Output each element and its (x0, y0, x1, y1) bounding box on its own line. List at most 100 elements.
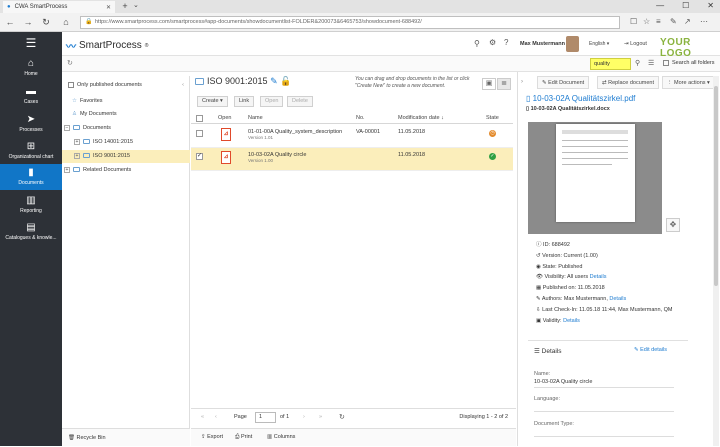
tab-list-chevron-icon[interactable]: ⌄ (133, 1, 139, 9)
delete-button[interactable]: Delete (287, 96, 313, 107)
last-page-icon[interactable]: » (319, 414, 322, 420)
row-checkbox[interactable]: ✓ (196, 153, 203, 160)
more-browser-icon[interactable]: ⋯ (700, 17, 708, 26)
search-icon[interactable]: ⚲ (474, 39, 480, 48)
tree-item-favorites[interactable]: ☆ Favorites (62, 95, 190, 108)
new-tab-button[interactable]: + (119, 1, 131, 12)
columns-button[interactable]: ▥ Columns (267, 434, 295, 440)
expand-panel-icon[interactable]: › (521, 79, 523, 85)
expand-icon[interactable]: + (74, 138, 80, 145)
refresh-icon[interactable]: ↻ (40, 16, 52, 28)
edit-document-button[interactable]: ✎ Edit Document (537, 76, 590, 89)
forward-icon[interactable]: → (22, 16, 34, 28)
search-all-folders-checkbox[interactable] (663, 60, 669, 66)
favorite-star-icon[interactable]: ☆ (643, 17, 650, 26)
search-input[interactable]: quality (590, 58, 631, 70)
url-field[interactable]: 🔒 https://www.smartprocess.com/smartproce… (80, 16, 620, 29)
move-icon[interactable]: ✥ (666, 218, 680, 232)
nav-item-documents[interactable]: ▮ Documents (0, 164, 62, 190)
recycle-bin[interactable]: 🗑 Recycle Bin (62, 428, 190, 446)
only-published-toggle[interactable]: Only published documents ‹ (62, 79, 190, 92)
document-type-value[interactable] (534, 427, 674, 437)
column-modification-date[interactable]: Modification date ↓ (398, 112, 444, 124)
minimize-icon[interactable]: — (656, 1, 664, 10)
list-view-icon[interactable]: ≣ (497, 78, 511, 90)
collapse-icon[interactable]: − (64, 124, 70, 131)
close-tab-icon[interactable]: ✕ (106, 4, 111, 11)
next-page-icon[interactable]: › (303, 414, 305, 420)
scrollbar-thumb[interactable] (714, 86, 718, 286)
print-button[interactable]: ⎙ Print (235, 434, 252, 441)
expand-icon[interactable]: + (74, 152, 80, 159)
column-state[interactable]: State (486, 112, 499, 124)
maximize-icon[interactable]: ☐ (682, 1, 689, 10)
tree-item-related-documents[interactable]: + Related Documents (62, 164, 190, 177)
name-field: Name: 10-03-02A Quality circle (534, 371, 674, 388)
reading-view-icon[interactable]: ☐ (630, 17, 637, 26)
collapse-panel-icon[interactable]: ‹ (182, 79, 184, 92)
prev-page-icon[interactable]: ‹ (215, 414, 217, 420)
share-icon[interactable]: ↗ (684, 17, 691, 26)
link-button[interactable]: Link (234, 96, 255, 107)
expand-icon[interactable]: + (64, 166, 70, 173)
brand-logo[interactable]: 〰 SmartProcess ® (66, 38, 148, 53)
column-no[interactable]: No. (356, 112, 365, 124)
open-button[interactable]: Open (260, 96, 284, 107)
tree-item-iso-9001[interactable]: + ISO 9001:2015 (62, 150, 190, 163)
nav-item-org-chart[interactable]: ⊞ Organizational chart (0, 141, 62, 160)
close-window-icon[interactable]: ✕ (707, 1, 714, 10)
select-all-checkbox[interactable] (196, 115, 203, 122)
table-row[interactable]: ⊿ 01-01-00A Quality_system_description Ve… (191, 125, 513, 148)
language-select[interactable]: English ▾ (589, 41, 609, 47)
nav-item-home[interactable]: ⌂ Home (0, 58, 62, 77)
visibility-details-link[interactable]: Details (590, 274, 607, 280)
unlock-icon[interactable]: 🔓 (280, 76, 291, 86)
user-name[interactable]: Max Mustermann (520, 41, 565, 47)
tree-item-iso-14001[interactable]: + ISO 14001:2015 (62, 136, 190, 149)
nav-item-catalogues[interactable]: ▤ Catalogues & knowle... (0, 222, 62, 241)
details-header[interactable]: ☰ Details (534, 347, 562, 355)
export-button[interactable]: ⇪ Export (201, 434, 223, 440)
name-value[interactable]: 10-03-02A Quality circle (534, 377, 674, 388)
home-browser-icon[interactable]: ⌂ (60, 16, 72, 28)
nav-item-cases[interactable]: ▬ Cases (0, 86, 62, 105)
more-actions-button[interactable]: ⋮ More actions ▾ (662, 76, 715, 89)
edit-details-button[interactable]: ✎ Edit details (634, 347, 667, 353)
row-checkbox[interactable] (196, 130, 203, 137)
document-title-link[interactable]: ▯ 10-03-02A Qualitätszirkel.pdf (526, 94, 635, 103)
first-page-icon[interactable]: « (201, 414, 204, 420)
pdf-icon[interactable]: ⊿ (221, 151, 231, 164)
thumbnail-view-icon[interactable]: ▣ (482, 78, 496, 90)
help-icon[interactable]: ? (504, 38, 508, 47)
replace-document-button[interactable]: ⇄ Replace document (597, 76, 660, 89)
table-row[interactable]: ✓ ⊿ 10-03-02A Quality circle Version 1.00… (191, 148, 513, 171)
back-icon[interactable]: ← (4, 16, 16, 28)
tree-item-my-documents[interactable]: ♙ My Documents (62, 108, 190, 121)
column-name[interactable]: Name (248, 112, 263, 124)
edit-pencil-icon[interactable]: ✎ (270, 76, 278, 86)
column-open[interactable]: Open (218, 112, 231, 124)
authors-details-link[interactable]: Details (609, 296, 626, 302)
language-value[interactable] (534, 402, 674, 412)
avatar[interactable] (566, 36, 579, 52)
nav-item-reporting[interactable]: ▥ Reporting (0, 195, 62, 214)
detail-scrollbar[interactable] (713, 76, 719, 446)
tree-item-documents[interactable]: − Documents (62, 122, 190, 135)
pdf-icon[interactable]: ⊿ (221, 128, 231, 141)
notes-icon[interactable]: ✎ (670, 17, 677, 26)
nav-item-processes[interactable]: ➤ Processes (0, 114, 62, 133)
refresh-list-icon[interactable]: ↻ (339, 413, 345, 421)
favorites-list-icon[interactable]: ≡ (656, 17, 661, 26)
only-published-checkbox[interactable] (68, 81, 74, 88)
gear-icon[interactable]: ⚙ (489, 38, 496, 47)
search-options-icon[interactable]: ☰ (648, 59, 654, 67)
menu-hamburger-icon[interactable]: ☰ (0, 36, 62, 50)
page-number-input[interactable]: 1 (255, 412, 276, 423)
search-go-icon[interactable]: ⚲ (635, 59, 640, 67)
source-file[interactable]: ▯ 10-03-02A Qualitätszirkel.docx (526, 106, 610, 112)
validity-details-link[interactable]: Details (563, 318, 580, 324)
create-button[interactable]: Create ▾ (197, 96, 228, 107)
browser-tab[interactable]: ● CWA SmartProcess ✕ (3, 1, 115, 13)
logout-button[interactable]: ⇥ Logout (624, 41, 647, 47)
refresh-icon[interactable]: ↻ (67, 59, 73, 67)
